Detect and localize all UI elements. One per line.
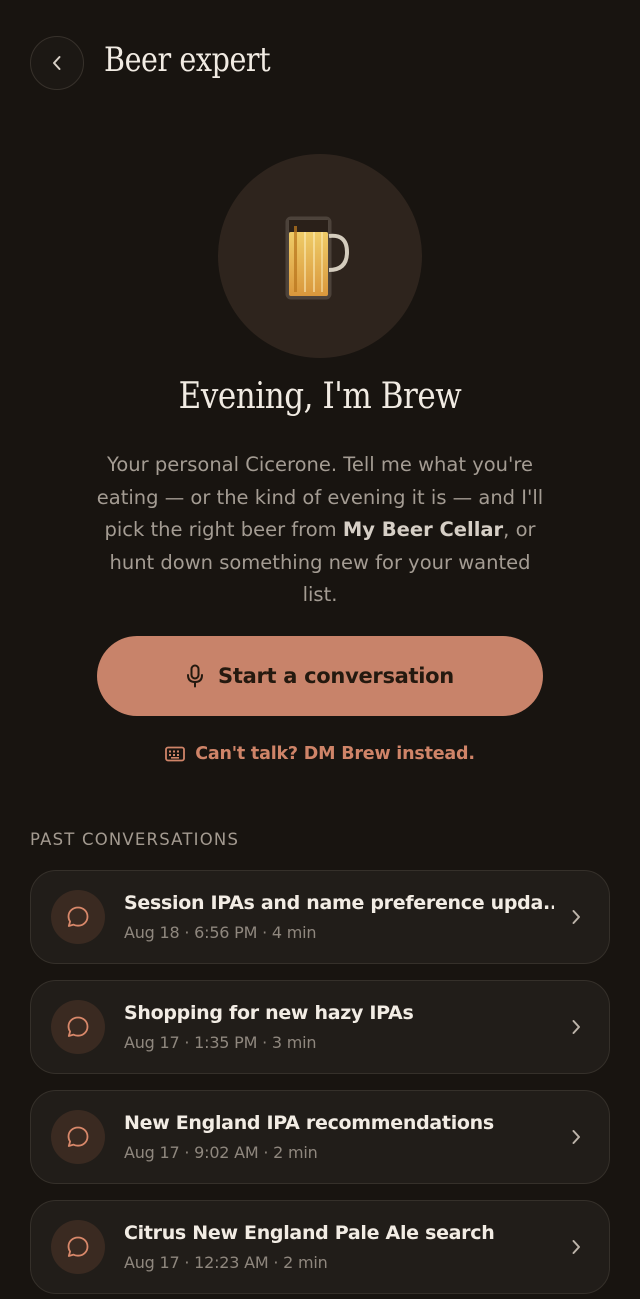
back-button[interactable] <box>30 36 84 90</box>
conversation-item[interactable]: Session IPAs and name preference upda...… <box>30 870 610 964</box>
conversation-item[interactable]: Citrus New England Pale Ale search Aug 1… <box>30 1200 610 1294</box>
beer-mug-icon <box>285 216 350 300</box>
conversation-title: New England IPA recommendations <box>124 1112 494 1134</box>
conversation-icon <box>51 1110 105 1164</box>
chat-bubble-icon <box>67 1236 89 1257</box>
conversation-title: Session IPAs and name preference upda... <box>124 892 554 914</box>
chat-bubble-icon <box>67 906 89 927</box>
intro-text: Your personal Cicerone. Tell me what you… <box>92 449 548 612</box>
conversation-meta: Aug 17 · 1:35 PM · 3 min <box>124 1033 317 1052</box>
conversation-item[interactable]: New England IPA recommendations Aug 17 ·… <box>30 1090 610 1184</box>
intro-text-cellar: My Beer Cellar <box>342 518 504 541</box>
conversation-meta: Aug 17 · 12:23 AM · 2 min <box>124 1253 328 1272</box>
start-conversation-label: Start a conversation <box>218 664 454 688</box>
start-conversation-button[interactable]: Start a conversation <box>97 636 543 716</box>
keyboard-icon <box>165 746 186 762</box>
page-title: Beer expert <box>104 40 271 80</box>
conversation-title: Shopping for new hazy IPAs <box>124 1002 414 1024</box>
conversation-item[interactable]: Shopping for new hazy IPAs Aug 17 · 1:35… <box>30 980 610 1074</box>
conversation-icon <box>51 1220 105 1274</box>
microphone-icon <box>187 664 204 688</box>
conversation-icon <box>51 1000 105 1054</box>
greeting-heading: Evening, I'm Brew <box>178 376 462 417</box>
dm-brew-label: Can't talk? DM Brew instead. <box>195 744 475 764</box>
chevron-right-icon <box>572 1130 580 1144</box>
conversation-meta: Aug 18 · 6:56 PM · 4 min <box>124 923 317 942</box>
chat-bubble-icon <box>67 1016 89 1037</box>
past-conversations-heading: PAST CONVERSATIONS <box>30 830 240 849</box>
conversation-meta: Aug 17 · 9:02 AM · 2 min <box>124 1143 318 1162</box>
conversation-icon <box>51 890 105 944</box>
conversation-title: Citrus New England Pale Ale search <box>124 1222 495 1244</box>
chevron-right-icon <box>572 1020 580 1034</box>
header: Beer expert <box>0 0 640 130</box>
chevron-right-icon <box>572 1240 580 1254</box>
avatar <box>218 154 422 358</box>
chat-bubble-icon <box>67 1126 89 1147</box>
chevron-right-icon <box>572 910 580 924</box>
chevron-left-icon <box>53 56 61 70</box>
dm-brew-link[interactable]: Can't talk? DM Brew instead. <box>0 744 640 764</box>
